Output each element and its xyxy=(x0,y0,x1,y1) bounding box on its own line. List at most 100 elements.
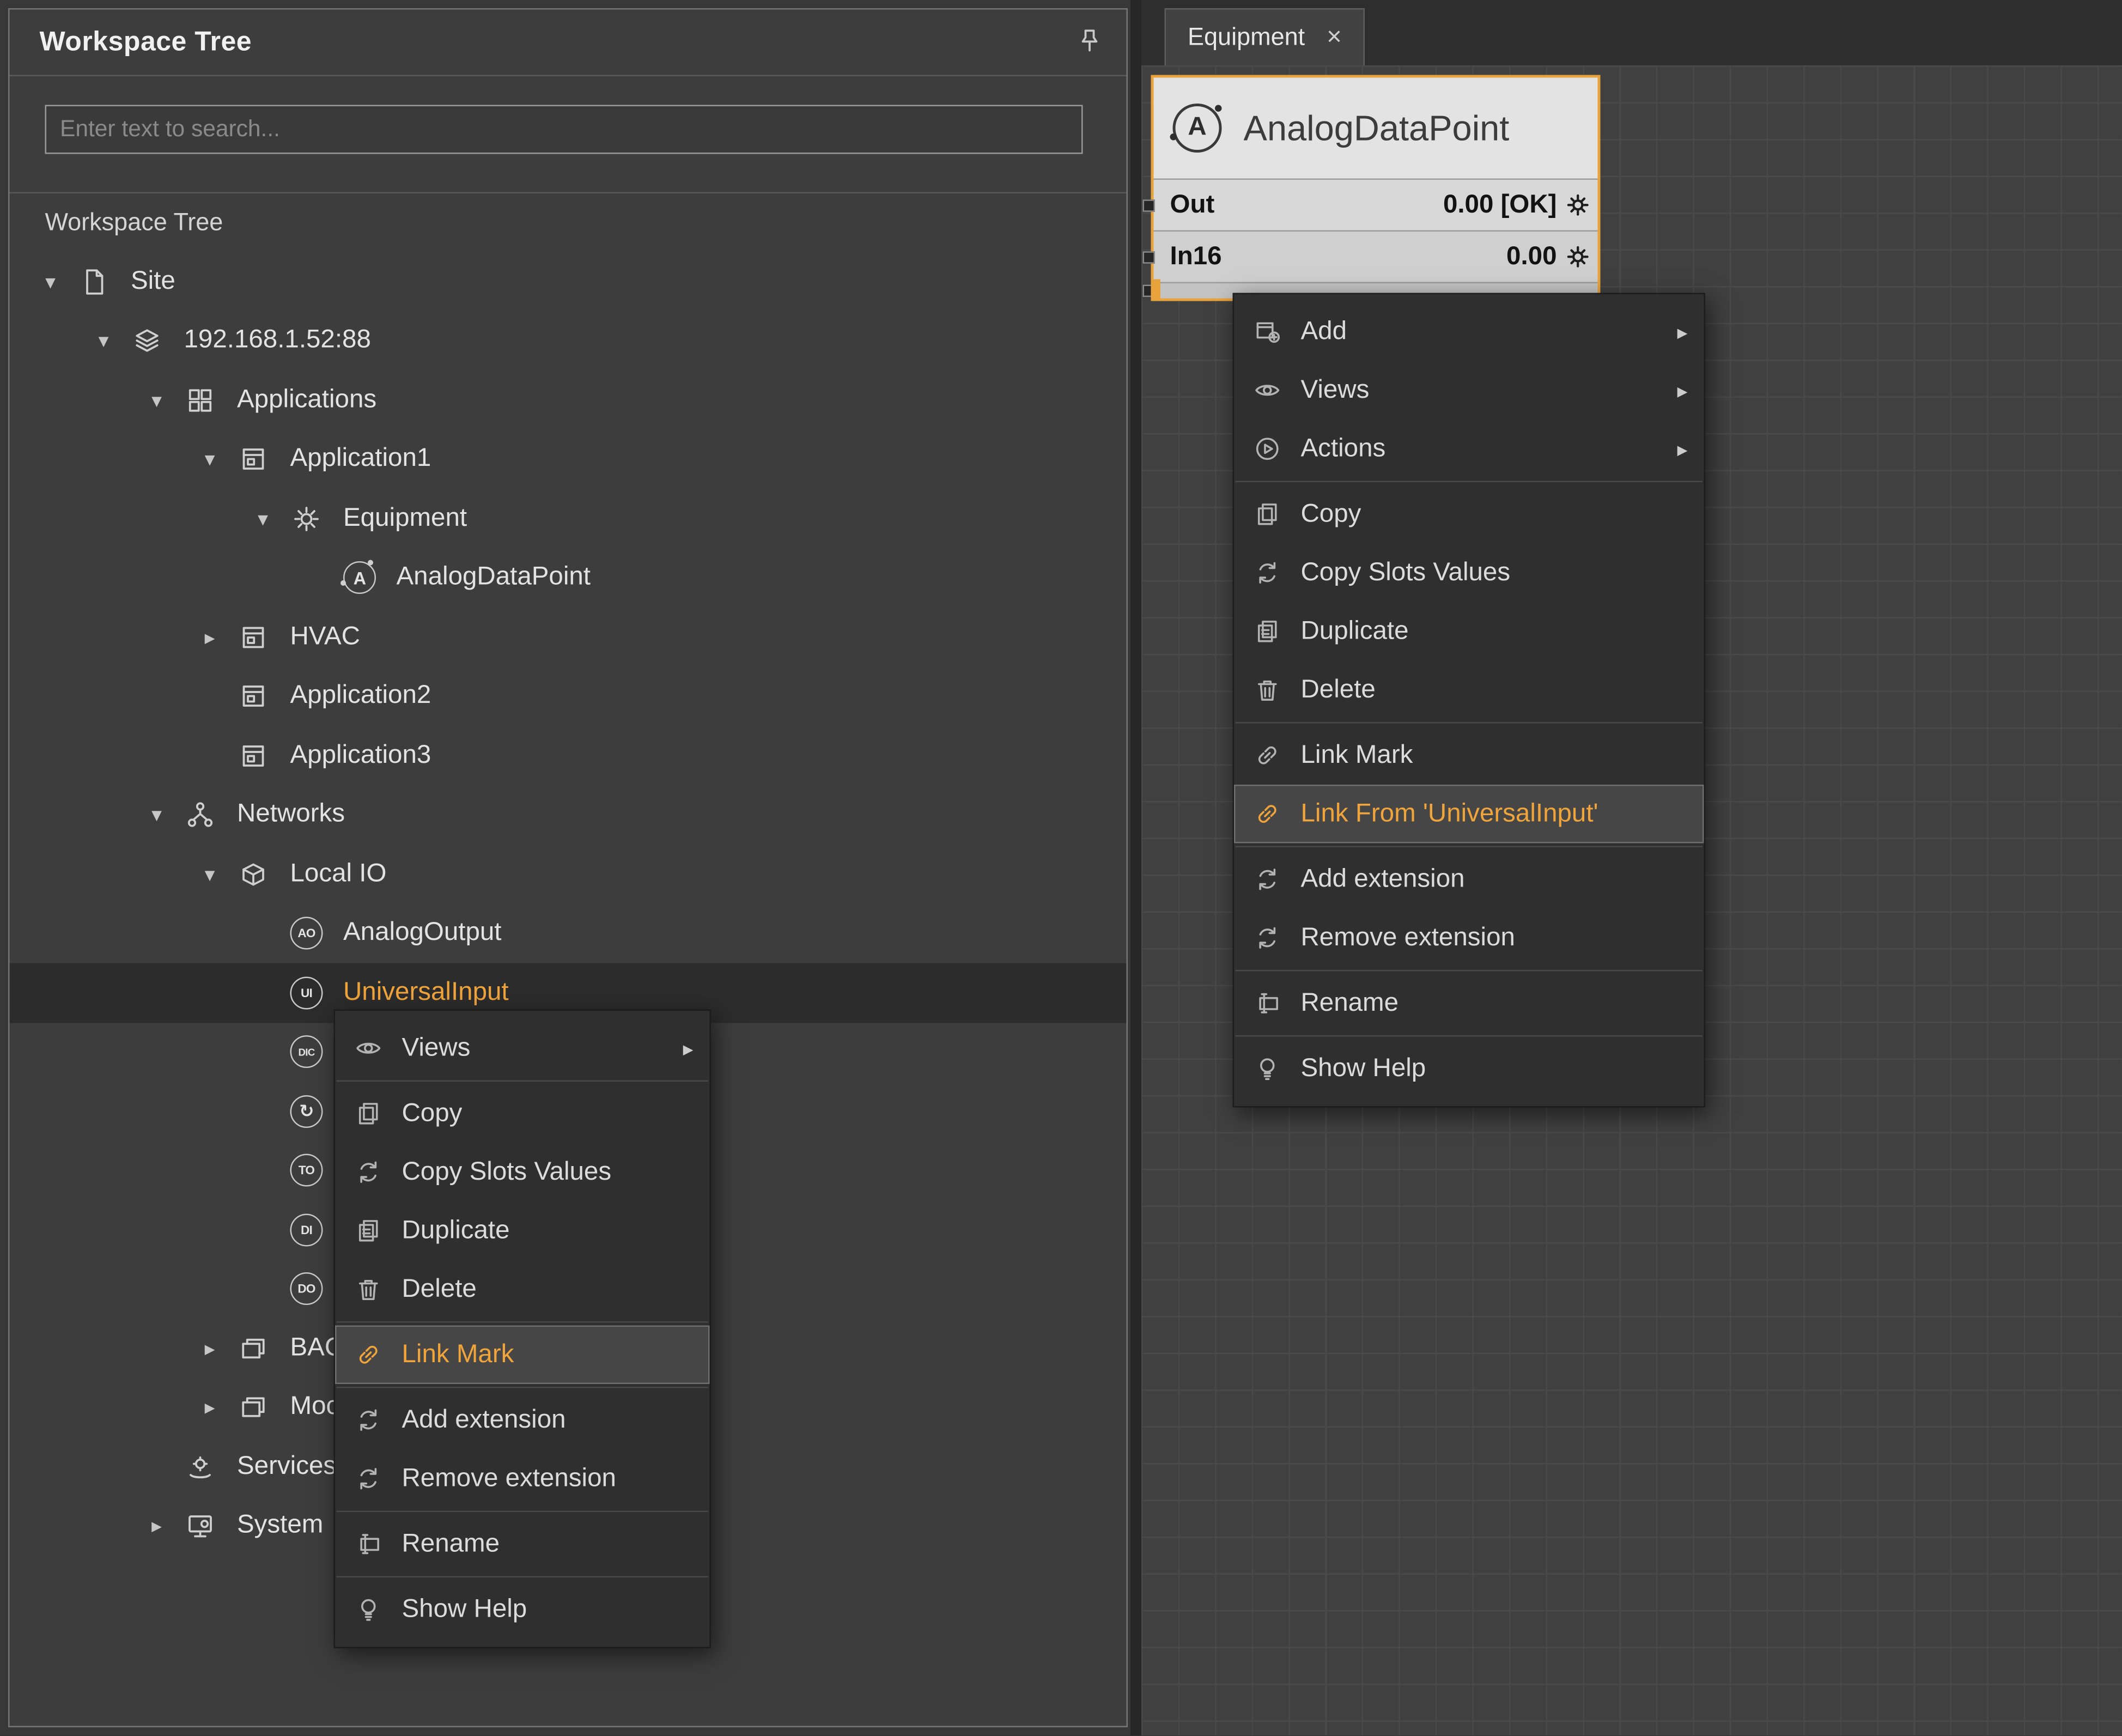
tree-item-label: Equipment xyxy=(343,503,467,533)
tree-item-application3[interactable]: Application3 xyxy=(10,726,1127,786)
slot-name: Out xyxy=(1170,190,1215,220)
menu-separator xyxy=(1236,722,1703,724)
expand-arrow-icon[interactable]: ▾ xyxy=(191,447,229,472)
menu-item-actions[interactable]: Actions ▸ xyxy=(1234,420,1704,478)
selection-handle[interactable] xyxy=(1151,280,1161,301)
document-icon xyxy=(70,266,119,296)
menu-separator xyxy=(337,1576,709,1578)
menu-item-show-help[interactable]: Show Help xyxy=(1234,1040,1704,1098)
menu-item-remove-extension[interactable]: Remove extension xyxy=(335,1449,710,1508)
submenu-arrow-icon: ▸ xyxy=(1677,378,1688,403)
application-icon xyxy=(229,445,278,475)
connector-pin[interactable] xyxy=(1143,199,1156,211)
collapse-arrow-icon[interactable]: ▸ xyxy=(191,625,229,650)
menu-item-label: Copy Slots Values xyxy=(402,1157,612,1187)
analog-point-icon: A xyxy=(335,562,384,594)
menu-item-copy-slots-values[interactable]: Copy Slots Values xyxy=(1234,544,1704,603)
collapse-arrow-icon[interactable]: ▸ xyxy=(191,1395,229,1420)
menu-item-label: Remove extension xyxy=(402,1464,616,1494)
menu-separator xyxy=(1236,1035,1703,1037)
tree-item-host[interactable]: ▾ 192.168.1.52:88 xyxy=(10,311,1127,371)
expand-arrow-icon[interactable]: ▾ xyxy=(191,862,229,887)
menu-separator xyxy=(337,1081,709,1082)
function-block-analogdatapoint[interactable]: A AnalogDataPoint Out 0.00 [OK] In16 0.0… xyxy=(1151,75,1601,301)
expand-arrow-icon[interactable]: ▾ xyxy=(32,269,70,294)
eye-icon xyxy=(1250,375,1283,405)
collapse-arrow-icon[interactable]: ▸ xyxy=(191,1336,229,1361)
point-circle-icon: DIC xyxy=(282,1036,331,1069)
tree-item-label: Networks xyxy=(237,800,345,830)
tab-equipment[interactable]: Equipment × xyxy=(1165,8,1365,65)
apps-grid-icon xyxy=(176,385,225,415)
tree-item-analogdatapoint[interactable]: A AnalogDataPoint xyxy=(10,548,1127,608)
tree-item-application1[interactable]: ▾ Application1 xyxy=(10,430,1127,489)
search-input[interactable] xyxy=(45,105,1083,154)
tree-item-label: HVAC xyxy=(290,622,360,652)
rename-icon xyxy=(351,1529,384,1559)
menu-separator xyxy=(1236,481,1703,483)
menu-item-views[interactable]: Views ▸ xyxy=(1234,361,1704,420)
eye-icon xyxy=(351,1033,384,1063)
menu-item-label: Duplicate xyxy=(402,1216,510,1246)
expand-arrow-icon[interactable]: ▾ xyxy=(84,329,123,353)
tree-item-label: Application2 xyxy=(290,682,431,712)
trash-icon xyxy=(1250,675,1283,705)
lightbulb-icon xyxy=(1250,1054,1283,1084)
divider xyxy=(10,192,1127,194)
menu-item-show-help[interactable]: Show Help xyxy=(335,1580,710,1639)
gear-icon[interactable] xyxy=(1566,193,1590,217)
menu-item-views[interactable]: Views ▸ xyxy=(335,1019,710,1078)
panel-splitter[interactable] xyxy=(1130,0,1141,1736)
tree-item-hvac[interactable]: ▸ HVAC xyxy=(10,608,1127,667)
menu-item-label: Views xyxy=(1301,375,1370,405)
close-icon[interactable]: × xyxy=(1327,25,1342,51)
menu-item-delete[interactable]: Delete xyxy=(1234,661,1704,720)
menu-item-link-mark[interactable]: Link Mark xyxy=(335,1326,710,1385)
menu-item-add-extension[interactable]: Add extension xyxy=(335,1391,710,1450)
menu-item-copy[interactable]: Copy xyxy=(1234,485,1704,544)
menu-item-link-from-universalinput[interactable]: Link From 'UniversalInput' xyxy=(1234,785,1704,843)
block-slot-out[interactable]: Out 0.00 [OK] xyxy=(1154,179,1598,230)
pin-icon[interactable] xyxy=(1075,26,1108,59)
menu-item-add[interactable]: Add ▸ xyxy=(1234,302,1704,361)
tree-item-local-io[interactable]: ▾ Local IO xyxy=(10,845,1127,904)
sync-icon xyxy=(351,1464,384,1494)
menu-item-link-mark[interactable]: Link Mark xyxy=(1234,726,1704,785)
gear-icon[interactable] xyxy=(1566,245,1590,269)
sync-icon xyxy=(1250,558,1283,588)
tree-item-applications[interactable]: ▾ Applications xyxy=(10,371,1127,430)
expand-arrow-icon[interactable]: ▾ xyxy=(138,803,176,827)
menu-item-rename[interactable]: Rename xyxy=(1234,974,1704,1033)
connector-pin[interactable] xyxy=(1143,251,1156,263)
collapse-arrow-icon[interactable]: ▸ xyxy=(138,1514,176,1538)
menu-item-duplicate[interactable]: Duplicate xyxy=(335,1201,710,1260)
lightbulb-icon xyxy=(351,1594,384,1624)
menu-item-label: Copy Slots Values xyxy=(1301,558,1511,588)
menu-item-label: Remove extension xyxy=(1301,923,1515,953)
menu-item-copy-slots-values[interactable]: Copy Slots Values xyxy=(335,1143,710,1202)
menu-item-rename[interactable]: Rename xyxy=(335,1515,710,1574)
tree-item-equipment[interactable]: ▾ Equipment xyxy=(10,489,1127,549)
menu-item-label: Add extension xyxy=(402,1405,566,1435)
tree-item-networks[interactable]: ▾ Networks xyxy=(10,785,1127,845)
point-circle-icon: TO xyxy=(282,1154,331,1187)
menu-item-duplicate[interactable]: Duplicate xyxy=(1234,602,1704,661)
services-icon xyxy=(176,1452,225,1482)
tree-item-label: Services xyxy=(237,1452,336,1482)
tree-item-analogoutput[interactable]: AO AnalogOutput xyxy=(10,904,1127,963)
menu-item-label: Link Mark xyxy=(1301,740,1413,770)
block-header[interactable]: A AnalogDataPoint xyxy=(1154,78,1598,179)
block-slot-in16[interactable]: In16 0.00 xyxy=(1154,230,1598,282)
tree-item-application2[interactable]: Application2 xyxy=(10,667,1127,726)
slot-value: 0.00 [OK] xyxy=(1443,190,1557,220)
expand-arrow-icon[interactable]: ▾ xyxy=(138,388,176,412)
menu-item-delete[interactable]: Delete xyxy=(335,1260,710,1319)
menu-item-remove-extension[interactable]: Remove extension xyxy=(1234,909,1704,968)
expand-arrow-icon[interactable]: ▾ xyxy=(244,506,282,531)
tree-item-label: 192.168.1.52:88 xyxy=(184,326,371,356)
slot-value: 0.00 xyxy=(1506,242,1556,272)
tree-item-site[interactable]: ▾ Site xyxy=(10,252,1127,312)
menu-item-copy[interactable]: Copy xyxy=(335,1084,710,1143)
play-circle-icon xyxy=(1250,434,1283,464)
menu-item-add-extension[interactable]: Add extension xyxy=(1234,850,1704,909)
